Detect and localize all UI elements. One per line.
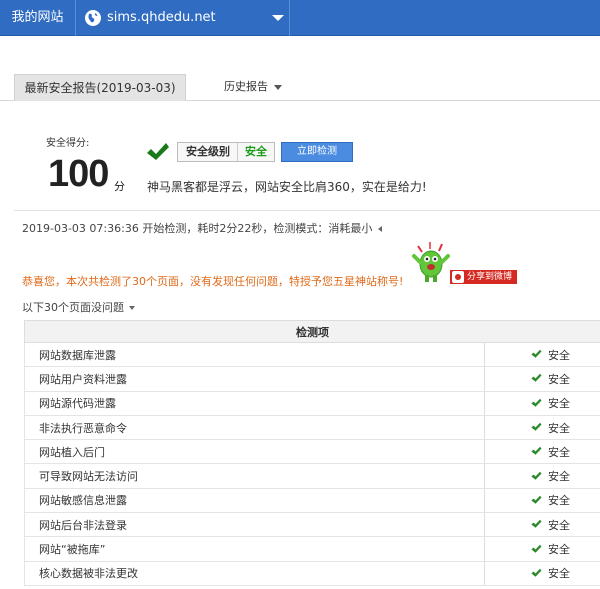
checkmark-icon <box>531 349 542 362</box>
check-item-result-text: 安全 <box>548 348 570 362</box>
table-row: 网站植入后门 安全 <box>24 439 600 465</box>
triangle-left-icon[interactable] <box>378 226 383 232</box>
tab-latest-report[interactable]: 最新安全报告(2019-03-03) <box>14 74 186 101</box>
check-item-name: 非法执行恶意命令 <box>24 415 485 441</box>
security-level-value: 安全 <box>245 145 267 158</box>
check-item-result-text: 安全 <box>548 567 570 581</box>
table-row: 网站用户资料泄露 安全 <box>24 366 600 392</box>
share-weibo-button[interactable]: 分享到微博 <box>450 270 517 284</box>
check-item-name: 可导致网站无法访问 <box>24 463 485 489</box>
my-sites-label[interactable]: 我的网站 <box>0 0 76 36</box>
check-item-result: 安全 <box>484 342 600 368</box>
table-row: 网站源代码泄露 安全 <box>24 391 600 416</box>
table-row: 网站数据库泄露 安全 <box>24 342 600 368</box>
security-level-label: 安全级别 <box>178 143 238 161</box>
check-item-result-text: 安全 <box>548 518 570 532</box>
check-item-result: 安全 <box>484 415 600 441</box>
divider <box>14 210 600 211</box>
tab-history-report[interactable]: 历史报告 <box>224 74 282 101</box>
report-tabs: 最新安全报告(2019-03-03) 历史报告 <box>0 74 600 101</box>
check-item-name: 网站敏感信息泄露 <box>24 488 485 514</box>
table-row: 网站敏感信息泄露 安全 <box>24 488 600 514</box>
checkmark-icon <box>531 471 542 484</box>
check-item-result-text: 安全 <box>548 421 570 435</box>
table-header-row: 检测项 <box>24 320 600 343</box>
table-row: 网站后台非法登录 安全 <box>24 512 600 538</box>
check-items-table: 检测项 网站数据库泄露 安全 网站用户资料泄露 安全 网站源代码泄露 安全 非法执行恶意命令… <box>24 320 600 586</box>
score-unit: 分 <box>114 180 125 193</box>
scan-now-button[interactable]: 立即检测 <box>281 142 353 162</box>
check-item-result: 安全 <box>484 463 600 489</box>
checkmark-icon <box>146 142 170 165</box>
slogan-text: 神马黑客都是浮云，网站安全比肩360，实在是给力! <box>147 180 427 194</box>
check-item-result-text: 安全 <box>548 397 570 411</box>
share-weibo-label: 分享到微博 <box>467 272 513 282</box>
check-item-name: 网站用户资料泄露 <box>24 366 485 392</box>
scan-info-text: 2019-03-03 07:36:36 开始检测，耗时2分22秒，检测模式：消耗… <box>22 222 373 235</box>
weibo-icon <box>452 271 464 283</box>
globe-icon <box>85 10 101 26</box>
checkmark-icon <box>531 568 542 581</box>
check-item-result: 安全 <box>484 512 600 538</box>
checkmark-icon <box>531 495 542 508</box>
dropdown-arrow-icon <box>274 84 282 90</box>
table-header: 检测项 <box>24 320 600 343</box>
section-title-text: 以下30个页面没问题 <box>22 301 124 314</box>
check-item-result: 安全 <box>484 536 600 562</box>
check-item-result: 安全 <box>484 391 600 416</box>
check-item-result: 安全 <box>484 366 600 392</box>
checkmark-icon <box>531 519 542 532</box>
check-item-name: 网站数据库泄露 <box>24 342 485 368</box>
dropdown-arrow-icon <box>129 306 135 310</box>
security-level-badge: 安全级别 安全 <box>177 142 275 162</box>
checkmark-icon <box>531 373 542 386</box>
section-title[interactable]: 以下30个页面没问题 <box>22 299 135 315</box>
site-url: sims.qhdedu.net <box>107 10 216 25</box>
check-item-result: 安全 <box>484 439 600 465</box>
check-item-result: 安全 <box>484 561 600 586</box>
checkmark-icon <box>531 422 542 435</box>
check-item-result-text: 安全 <box>548 372 570 386</box>
congrats-message: 恭喜您，本次共检测了30个页面，没有发现任何问题，特授予您五星神站称号! <box>22 275 404 288</box>
check-item-name: 网站源代码泄露 <box>24 391 485 416</box>
check-item-name: 网站植入后门 <box>24 439 485 465</box>
score-label: 安全得分: <box>46 138 90 149</box>
check-item-result-text: 安全 <box>548 494 570 508</box>
site-selector[interactable]: sims.qhdedu.net <box>77 0 290 36</box>
scan-info: 2019-03-03 07:36:36 开始检测，耗时2分22秒，检测模式：消耗… <box>22 220 383 236</box>
table-row: 可导致网站无法访问 安全 <box>24 463 600 489</box>
check-item-result-text: 安全 <box>548 470 570 484</box>
check-item-result-text: 安全 <box>548 543 570 557</box>
table-row: 非法执行恶意命令 安全 <box>24 415 600 441</box>
table-body: 网站数据库泄露 安全 网站用户资料泄露 安全 网站源代码泄露 安全 非法执行恶意命令 安全 网站… <box>24 342 600 586</box>
table-row: 核心数据被非法更改 安全 <box>24 561 600 586</box>
checkmark-icon <box>531 398 542 411</box>
chevron-down-icon <box>272 15 284 21</box>
mascot-icon <box>410 240 452 287</box>
check-item-name: 网站后台非法登录 <box>24 512 485 538</box>
checkmark-icon <box>531 446 542 459</box>
check-item-name: 网站“被拖库” <box>24 536 485 562</box>
check-item-name: 核心数据被非法更改 <box>24 561 485 586</box>
checkmark-icon <box>531 544 542 557</box>
tab-history-label: 历史报告 <box>224 80 268 93</box>
check-item-result-text: 安全 <box>548 445 570 459</box>
score-value: 100 <box>48 153 109 195</box>
check-item-result: 安全 <box>484 488 600 514</box>
top-bar: 我的网站 sims.qhdedu.net <box>0 0 600 36</box>
table-row: 网站“被拖库” 安全 <box>24 536 600 562</box>
